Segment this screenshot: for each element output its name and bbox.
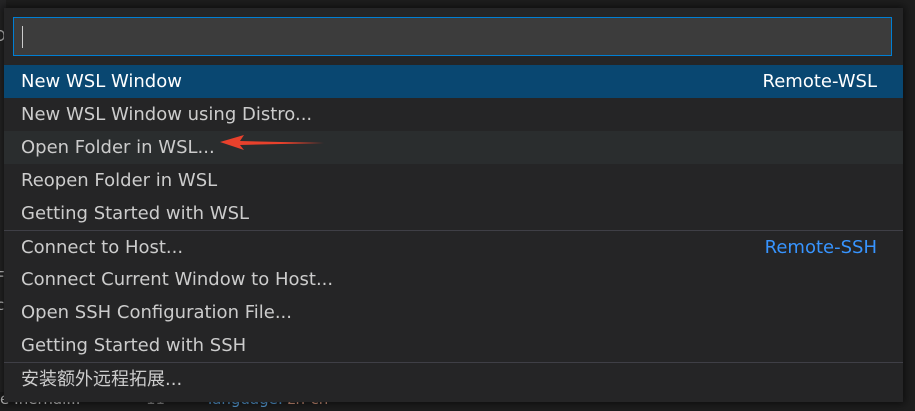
item-label: Connect to Host... [21,237,184,258]
quick-pick-item-open-folder-in-wsl[interactable]: Open Folder in WSL... [4,131,903,164]
item-label: Open Folder in WSL... [21,137,215,158]
item-label: Connect Current Window to Host... [21,269,334,290]
quick-pick-item-open-ssh-config[interactable]: Open SSH Configuration File... [4,296,903,329]
item-label: 安装额外远程拓展... [21,369,183,390]
item-label: Reopen Folder in WSL [21,170,218,191]
quick-pick-item-getting-started-wsl[interactable]: Getting Started with WSL [4,197,903,230]
item-label: Open SSH Configuration File... [21,302,292,323]
item-label: New WSL Window using Distro... [21,104,313,125]
quick-pick-item-new-wsl-window-distro[interactable]: New WSL Window using Distro... [4,98,903,131]
quick-pick-input-box[interactable] [13,17,892,56]
quick-pick-item-new-wsl-window[interactable]: New WSL Window Remote-WSL [4,65,903,98]
quick-pick-list: New WSL Window Remote-WSL New WSL Window… [4,65,903,395]
item-label: Getting Started with SSH [21,335,247,356]
quick-pick-item-connect-current-window[interactable]: Connect Current Window to Host... [4,263,903,296]
group-label-remote-ssh: Remote-SSH [764,237,877,258]
quick-pick-input[interactable] [14,18,891,55]
quick-pick-item-getting-started-ssh[interactable]: Getting Started with SSH [4,329,903,362]
quick-pick-item-install-remote-extensions[interactable]: 安装额外远程拓展... [4,362,903,395]
quick-pick-item-reopen-folder-in-wsl[interactable]: Reopen Folder in WSL [4,164,903,197]
group-label-remote-wsl: Remote-WSL [762,71,877,92]
annotation-arrow-icon [220,135,324,150]
item-label: Getting Started with WSL [21,203,250,224]
quick-pick-item-connect-to-host[interactable]: Connect to Host... Remote-SSH [4,230,903,263]
item-label: New WSL Window [21,71,182,92]
quick-pick-widget: New WSL Window Remote-WSL New WSL Window… [4,8,903,402]
text-caret [22,26,23,48]
